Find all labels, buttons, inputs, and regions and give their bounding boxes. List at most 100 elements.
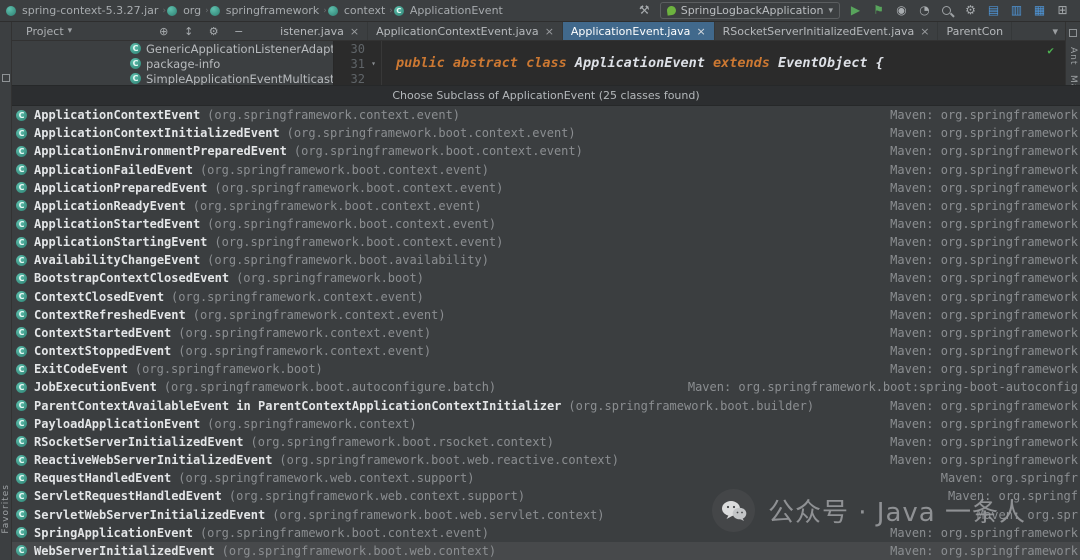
class-icon: C <box>394 6 404 16</box>
toolbar-icon-group: ▶ ⚑ ◉ ◔ ⚙ ▤ ▥ ▦ ⊞ <box>848 3 1070 18</box>
breadcrumb-item[interactable]: context › <box>328 4 394 17</box>
close-icon[interactable]: × <box>545 26 554 37</box>
code-token: abstract <box>453 55 526 71</box>
editor-tab[interactable]: ParentCon <box>938 22 1012 40</box>
tab-overflow-chevron[interactable]: ▾ <box>1046 22 1064 40</box>
editor-area: C GenericApplicationListenerAdapter C pa… <box>12 41 1080 86</box>
structure-icon[interactable]: ▦ <box>1032 3 1047 18</box>
editor[interactable]: public abstract class ApplicationEvent e… <box>382 41 1080 86</box>
chevron-down-icon: ▾ <box>1052 25 1058 38</box>
project-toolbar-icons: ⊕ ↕ ⚙− <box>144 22 258 40</box>
class-icon: C <box>16 128 27 139</box>
class-list-item[interactable]: C PayloadApplicationEvent (org.springfra… <box>12 415 1080 433</box>
class-list-item[interactable]: C ApplicationFailedEvent (org.springfram… <box>12 160 1080 178</box>
class-icon: C <box>130 58 141 69</box>
class-list-item[interactable]: C ServletRequestHandledEvent (org.spring… <box>12 487 1080 505</box>
tool-window-button-favorites[interactable]: Favorites <box>1 484 11 534</box>
class-icon: C <box>16 491 27 502</box>
class-list-item[interactable]: C ReactiveWebServerInitializedEvent (org… <box>12 451 1080 469</box>
settings-icon[interactable]: ⚙ <box>963 3 978 18</box>
class-icon: C <box>16 509 27 520</box>
close-icon[interactable]: × <box>920 26 929 37</box>
tool-window-button-ant[interactable]: Ant <box>1068 47 1078 65</box>
locate-icon[interactable]: ⊕ <box>156 24 171 39</box>
run-config-select[interactable]: SpringLogbackApplication ▾ <box>660 2 840 19</box>
class-list-item[interactable]: C WebServerInitializedEvent (org.springf… <box>12 542 1080 560</box>
class-list-item[interactable]: C ContextClosedEvent (org.springframewor… <box>12 288 1080 306</box>
class-list-item[interactable]: C ContextRefreshedEvent (org.springframe… <box>12 306 1080 324</box>
code-token: extends <box>713 55 778 71</box>
class-icon: C <box>16 273 27 284</box>
class-list-item[interactable]: C ApplicationStartedEvent (org.springfra… <box>12 215 1080 233</box>
spring-leaf-icon <box>666 5 676 15</box>
editor-tab[interactable]: istener.java × <box>272 22 368 40</box>
subclass-gutter-icon[interactable]: ▾ <box>368 59 379 68</box>
chevron-down-icon: ▾ <box>68 26 73 36</box>
coverage-icon[interactable]: ◉ <box>894 3 909 18</box>
class-icon: C <box>16 309 27 320</box>
layout-icon[interactable]: ▤ <box>986 3 1001 18</box>
toolbar-icon-group: ⚒ <box>637 3 652 18</box>
class-list-item[interactable]: C SpringApplicationEvent (org.springfram… <box>12 524 1080 542</box>
close-icon[interactable]: × <box>350 26 359 37</box>
class-list-item[interactable]: C JobExecutionEvent (org.springframework… <box>12 378 1080 396</box>
breadcrumb-item[interactable]: springframework › <box>210 4 328 17</box>
search-icon[interactable] <box>940 4 955 18</box>
code-token: { <box>876 55 884 71</box>
project-tree-item[interactable]: C SimpleApplicationEventMulticaster <box>12 71 333 86</box>
editor-tab[interactable]: RSocketServerInitializedEvent.java × <box>715 22 939 40</box>
gutter-line: 31 ▾ <box>334 56 381 71</box>
class-list: C ApplicationContextEvent (org.springfra… <box>12 106 1080 560</box>
profiler-icon[interactable]: ◔ <box>917 3 932 18</box>
breadcrumb-item[interactable]: C ApplicationEvent <box>394 4 508 17</box>
debug-icon[interactable]: ⚑ <box>871 3 886 18</box>
editor-tab[interactable]: ApplicationEvent.java × <box>563 22 715 40</box>
class-list-item[interactable]: C ApplicationEnvironmentPreparedEvent (o… <box>12 142 1080 160</box>
class-list-item[interactable]: C ApplicationPreparedEvent (org.springfr… <box>12 179 1080 197</box>
chevron-down-icon: ▾ <box>828 6 833 16</box>
class-icon: C <box>16 182 27 193</box>
class-list-item[interactable]: C ContextStartedEvent (org.springframewo… <box>12 324 1080 342</box>
class-icon: C <box>16 473 27 484</box>
editor-gutter: 30 31 ▾ 32 <box>334 41 382 86</box>
popup-title: Choose Subclass of ApplicationEvent (25 … <box>12 86 1080 106</box>
hide-icon[interactable]: − <box>231 24 246 39</box>
class-list-item[interactable]: C ApplicationContextInitializedEvent (or… <box>12 124 1080 142</box>
scroll-from-source-icon[interactable]: ↕ <box>181 24 196 39</box>
code-token: EventObject <box>778 55 876 71</box>
close-icon[interactable]: × <box>696 26 705 37</box>
class-list-item[interactable]: C ApplicationReadyEvent (org.springframe… <box>12 197 1080 215</box>
class-list-item[interactable]: C BootstrapContextClosedEvent (org.sprin… <box>12 269 1080 287</box>
class-list-item[interactable]: C ApplicationContextEvent (org.springfra… <box>12 106 1080 124</box>
class-list-item[interactable]: C ApplicationStartingEvent (org.springfr… <box>12 233 1080 251</box>
class-list-item[interactable]: C AvailabilityChangeEvent (org.springfra… <box>12 251 1080 269</box>
tool-window-icon[interactable] <box>2 74 10 82</box>
class-list-item[interactable]: C ContextStoppedEvent (org.springframewo… <box>12 342 1080 360</box>
tool-window-icon[interactable] <box>1069 29 1077 37</box>
project-tree-item[interactable]: C GenericApplicationListenerAdapter <box>12 41 333 56</box>
project-view-header[interactable]: Project ▾ <box>12 22 82 40</box>
class-icon: C <box>16 418 27 429</box>
run-config-label: SpringLogbackApplication <box>681 4 824 17</box>
left-tool-window-stripe: Favorites <box>0 22 12 560</box>
inspections-ok-icon[interactable]: ✔ <box>1047 44 1054 57</box>
windows-icon[interactable]: ⊞ <box>1055 3 1070 18</box>
main-toolbar: spring-context-5.3.27.jar › org › spring… <box>0 0 1080 22</box>
run-button[interactable]: ▶ <box>848 3 863 18</box>
breadcrumb-item[interactable]: spring-context-5.3.27.jar › <box>6 4 167 17</box>
database-icon[interactable]: ▥ <box>1009 3 1024 18</box>
editor-tabs: istener.java × ApplicationContextEvent.j… <box>272 22 1046 40</box>
project-tree-item[interactable]: C package-info <box>12 56 333 71</box>
class-list-item[interactable]: C RSocketServerInitializedEvent (org.spr… <box>12 433 1080 451</box>
class-list-item[interactable]: C ParentContextAvailableEvent in ParentC… <box>12 397 1080 415</box>
class-icon: C <box>16 327 27 338</box>
build-hammer-icon[interactable]: ⚒ <box>637 3 652 18</box>
editor-tab[interactable]: ApplicationContextEvent.java × <box>368 22 563 40</box>
class-icon: C <box>16 545 27 556</box>
class-list-item[interactable]: C ServletWebServerInitializedEvent (org.… <box>12 505 1080 523</box>
breadcrumb-item[interactable]: org › <box>167 4 210 17</box>
class-list-item[interactable]: C ExitCodeEvent (org.springframework.boo… <box>12 360 1080 378</box>
class-icon: C <box>16 219 27 230</box>
settings-icon[interactable]: ⚙ <box>206 24 221 39</box>
class-list-item[interactable]: C RequestHandledEvent (org.springframewo… <box>12 469 1080 487</box>
